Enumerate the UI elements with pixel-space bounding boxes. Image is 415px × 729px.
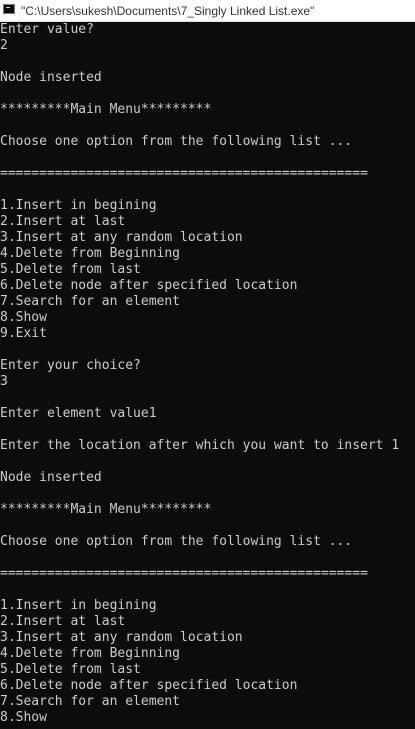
console-line: 8.Show	[0, 310, 47, 325]
console-line: 7.Search for an element	[0, 694, 181, 709]
console-line: 1.Insert in begining	[0, 198, 157, 213]
console-line: 4.Delete from Beginning	[0, 646, 181, 661]
console-line: Enter your choice?	[0, 358, 141, 373]
console-line: 7.Search for an element	[0, 294, 181, 309]
console-line: Choose one option from the following lis…	[0, 134, 353, 149]
console-line: 6.Delete node after specified location	[0, 278, 298, 293]
console-line: ========================================…	[0, 566, 368, 581]
console-line: 6.Delete node after specified location	[0, 678, 298, 693]
console-line: 5.Delete from last	[0, 262, 141, 277]
console-line: 1.Insert in begining	[0, 598, 157, 613]
console-line: Enter value?	[0, 22, 94, 37]
console-app-icon	[3, 4, 15, 14]
console-line: 2	[0, 38, 8, 53]
console-line: 3.Insert at any random location	[0, 230, 243, 245]
console-window: "C:\Users\sukesh\Documents\7_Singly Link…	[0, 0, 415, 729]
console-line: Node inserted	[0, 470, 102, 485]
console-line: 2.Insert at last	[0, 214, 126, 229]
console-line: 9.Exit	[0, 326, 47, 341]
title-bar[interactable]: "C:\Users\sukesh\Documents\7_Singly Link…	[0, 0, 415, 22]
console-line: Enter the location after which you want …	[0, 438, 400, 453]
console-line: 8.Show	[0, 710, 47, 725]
console-line: 5.Delete from last	[0, 662, 141, 677]
console-line: *********Main Menu*********	[0, 102, 212, 117]
console-line: Enter element value1	[0, 406, 157, 421]
console-output[interactable]: Enter value? 2 Node inserted *********Main …	[0, 22, 415, 729]
console-line: Choose one option from the following lis…	[0, 534, 353, 549]
window-title: "C:\Users\sukesh\Documents\7_Singly Link…	[21, 4, 315, 18]
console-line: 3.Insert at any random location	[0, 630, 243, 645]
console-line: 4.Delete from Beginning	[0, 246, 181, 261]
console-line: Node inserted	[0, 70, 102, 85]
console-line: *********Main Menu*********	[0, 502, 212, 517]
console-line: ========================================…	[0, 166, 368, 181]
console-line: 3	[0, 374, 8, 389]
console-line: 2.Insert at last	[0, 614, 126, 629]
